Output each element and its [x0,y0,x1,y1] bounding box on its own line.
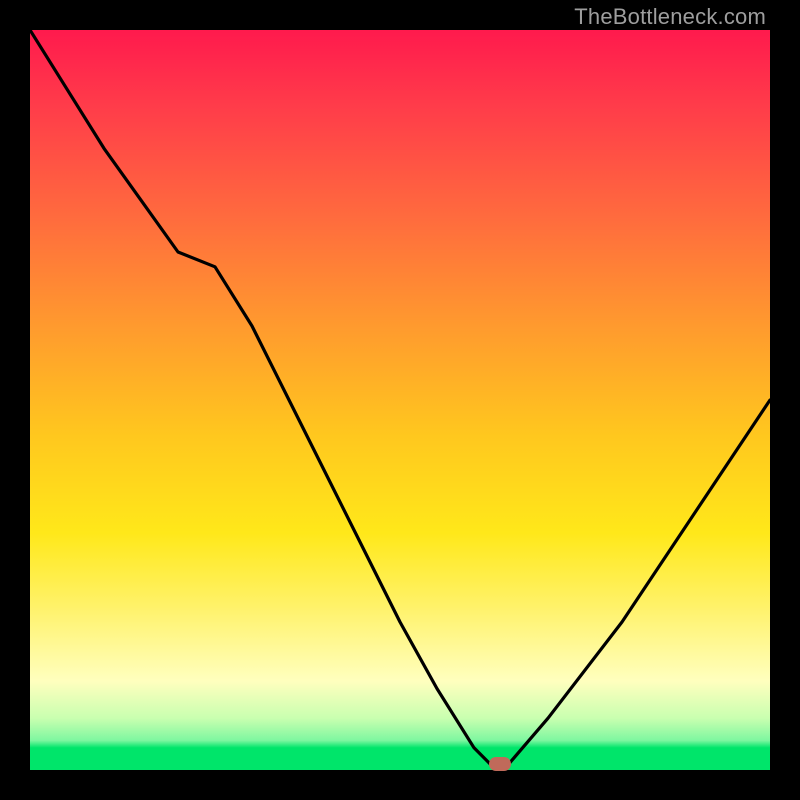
plot-area [30,30,770,770]
curve-path [30,30,770,770]
watermark-text: TheBottleneck.com [574,4,766,30]
optimal-marker [489,757,511,771]
bottleneck-curve [30,30,770,770]
chart-frame: TheBottleneck.com [0,0,800,800]
